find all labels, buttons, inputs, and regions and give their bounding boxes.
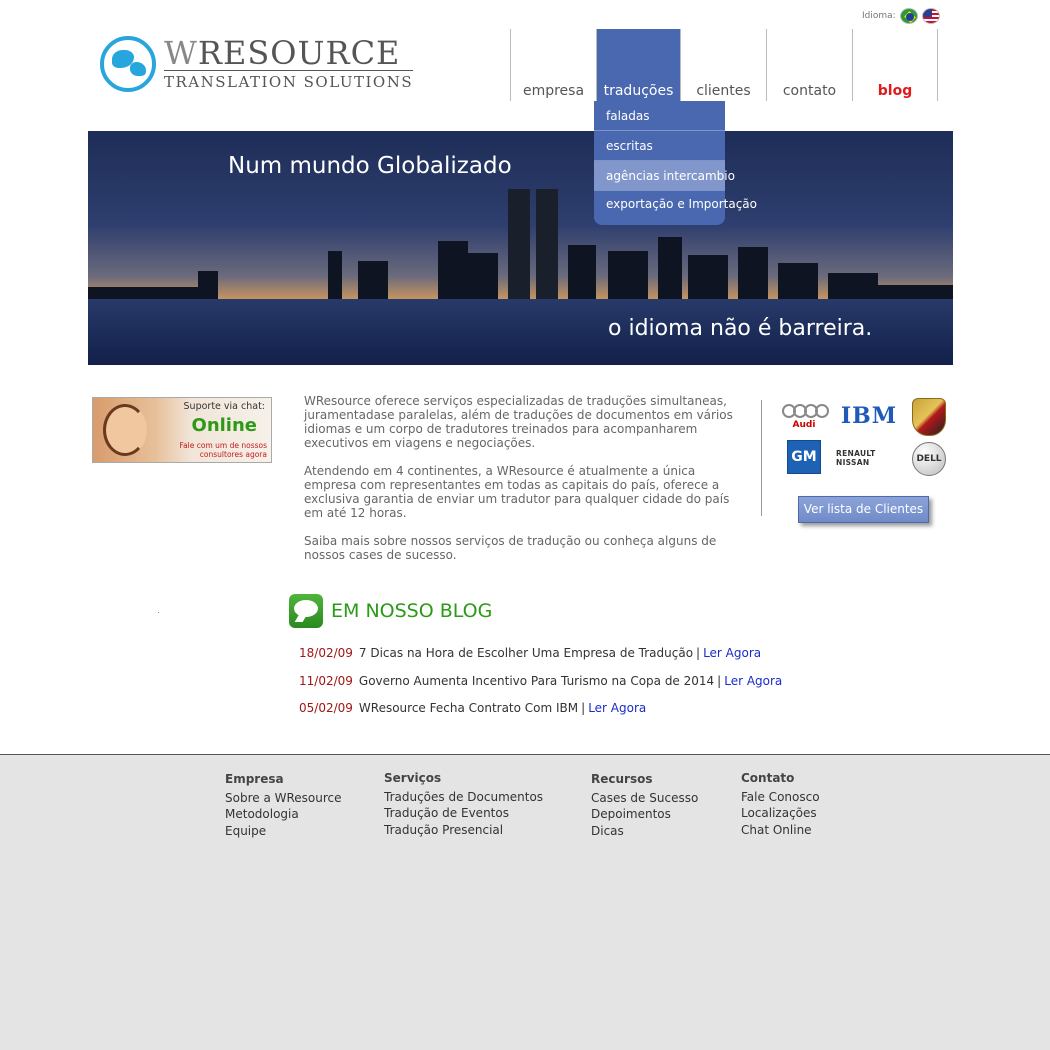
- read-now-link[interactable]: Ler Agora: [588, 701, 646, 715]
- footer-link[interactable]: Tradução de Eventos: [384, 805, 543, 822]
- footer-heading: Serviços: [384, 771, 442, 785]
- ibm-logo: IBM: [838, 402, 900, 430]
- chat-cta-line1: Fale com um de nossos: [179, 441, 267, 450]
- post-date: 05/02/09: [299, 701, 353, 715]
- nav-item-traducoes[interactable]: traduções: [596, 29, 680, 101]
- post-separator: |: [696, 646, 701, 660]
- chat-cta-line2: consultores agora: [199, 450, 267, 459]
- footer-column-recursos: Recursos Cases de Sucesso Depoimentos Di…: [591, 771, 698, 839]
- logo-title-w: W: [164, 33, 198, 72]
- flag-brazil-icon[interactable]: [899, 8, 918, 24]
- banner-headline: Num mundo Globalizado: [228, 153, 512, 179]
- gm-logo: GM: [787, 440, 821, 474]
- footer-link[interactable]: Metodologia: [225, 806, 342, 823]
- blog-posts: 18/02/09 7 Dicas na Hora de Escolher Uma …: [299, 646, 782, 729]
- logo-title: WRESOURCE: [164, 37, 414, 71]
- logo-subtitle: TRANSLATION SOLUTIONS: [164, 72, 414, 91]
- dropdown-item-escritas[interactable]: escritas: [594, 131, 725, 161]
- footer-link[interactable]: Traduções de Documentos: [384, 789, 543, 806]
- footer-column-contato: Contato Fale Conosco Localizações Chat O…: [741, 770, 820, 838]
- intro-paragraph: Saiba mais sobre nossos serviços de trad…: [304, 534, 717, 562]
- post-date: 11/02/09: [299, 673, 353, 688]
- nav-item-empresa[interactable]: empresa: [510, 29, 596, 101]
- nav-item-contato[interactable]: contato: [766, 29, 852, 101]
- nav-item-blog[interactable]: blog: [852, 29, 938, 101]
- audi-logo-text: Audi: [792, 420, 816, 430]
- blog-header: EM NOSSO BLOG: [289, 594, 492, 628]
- post-date: 18/02/09: [299, 646, 353, 660]
- audi-logo: Audi: [780, 400, 829, 434]
- language-label: Idioma:: [862, 11, 896, 21]
- logo-text: WRESOURCE TRANSLATION SOLUTIONS: [164, 37, 414, 91]
- post-separator: |: [717, 673, 722, 688]
- nav-item-clientes[interactable]: clientes: [680, 29, 766, 101]
- divider: [761, 400, 762, 516]
- footer-heading: Contato: [741, 771, 795, 785]
- chat-status: Online: [191, 415, 257, 436]
- read-now-link[interactable]: Ler Agora: [703, 646, 761, 660]
- footer-link[interactable]: Fale Conosco: [741, 789, 820, 806]
- globe-icon: [100, 36, 156, 92]
- blog-post: 11/02/09 Governo Aumenta Incentivo Para T…: [299, 674, 782, 702]
- intro-paragraph: Atendendo em 4 continentes, a WResource …: [304, 464, 730, 520]
- footer-link[interactable]: Tradução Presencial: [384, 822, 543, 839]
- language-switcher: Idioma:: [862, 8, 940, 24]
- flag-usa-icon[interactable]: [921, 8, 940, 24]
- renault-nissan-logo: RENAULT NISSAN: [836, 449, 876, 467]
- speech-bubble-icon: [289, 594, 323, 628]
- footer-link[interactable]: Cases de Sucesso: [591, 790, 698, 807]
- logo[interactable]: WRESOURCE TRANSLATION SOLUTIONS: [100, 36, 414, 92]
- intro-text: WResource oferece serviços especializada…: [304, 394, 734, 576]
- support-agent-avatar: [103, 404, 147, 456]
- post-separator: |: [581, 701, 586, 715]
- dropdown-item-agencias[interactable]: agências intercambio: [594, 161, 735, 191]
- read-now-link[interactable]: Ler Agora: [724, 674, 782, 688]
- porsche-logo: [912, 398, 946, 436]
- traducoes-dropdown: faladas escritas agências intercambio ex…: [594, 101, 757, 225]
- main-nav: empresa traduções clientes contato blog: [510, 29, 938, 101]
- footer-link[interactable]: Chat Online: [741, 822, 820, 839]
- dell-logo: DELL: [912, 442, 946, 476]
- site-footer: Empresa Sobre a WResource Metodologia Eq…: [0, 754, 1050, 1050]
- chat-label: Suporte via chat:: [183, 401, 265, 412]
- chat-support-widget[interactable]: Suporte via chat: Online Fale com um de …: [92, 397, 272, 463]
- view-clients-button[interactable]: Ver lista de Clientes: [798, 496, 929, 523]
- footer-link[interactable]: Sobre a WResource: [225, 790, 342, 807]
- footer-column-empresa: Empresa Sobre a WResource Metodologia Eq…: [225, 771, 342, 839]
- banner-tagline: o idioma não é barreira.: [608, 316, 873, 341]
- dropdown-item-exportacao[interactable]: exportação e Importação: [594, 191, 757, 217]
- footer-column-servicos: Serviços Traduções de Documentos Traduçã…: [384, 770, 543, 838]
- blog-title: EM NOSSO BLOG: [331, 600, 493, 622]
- footer-link[interactable]: Localizações: [741, 805, 820, 822]
- post-title: WResource Fecha Contrato Com IBM: [358, 701, 579, 715]
- dropdown-item-faladas[interactable]: faladas: [594, 101, 725, 131]
- stray-dot: [158, 612, 159, 613]
- footer-link[interactable]: Equipe: [225, 823, 342, 840]
- logo-title-rest: RESOURCE: [197, 33, 401, 72]
- intro-paragraph: WResource oferece serviços especializada…: [304, 394, 733, 450]
- city-skyline: [88, 181, 953, 301]
- footer-link[interactable]: Depoimentos: [591, 806, 698, 823]
- post-title: 7 Dicas na Hora de Escolher Uma Empresa …: [358, 646, 694, 660]
- blog-post: 05/02/09 WResource Fecha Contrato Com IBM…: [299, 701, 782, 729]
- footer-heading: Empresa: [225, 772, 284, 786]
- hero-banner: Num mundo Globalizado o idioma não é bar…: [88, 131, 953, 365]
- post-title: Governo Aumenta Incentivo Para Turismo n…: [358, 673, 715, 688]
- blog-post: 18/02/09 7 Dicas na Hora de Escolher Uma …: [299, 646, 782, 674]
- chat-cta: Fale com um de nossos consultores agora: [179, 441, 267, 459]
- footer-heading: Recursos: [591, 772, 653, 786]
- footer-link[interactable]: Dicas: [591, 823, 698, 840]
